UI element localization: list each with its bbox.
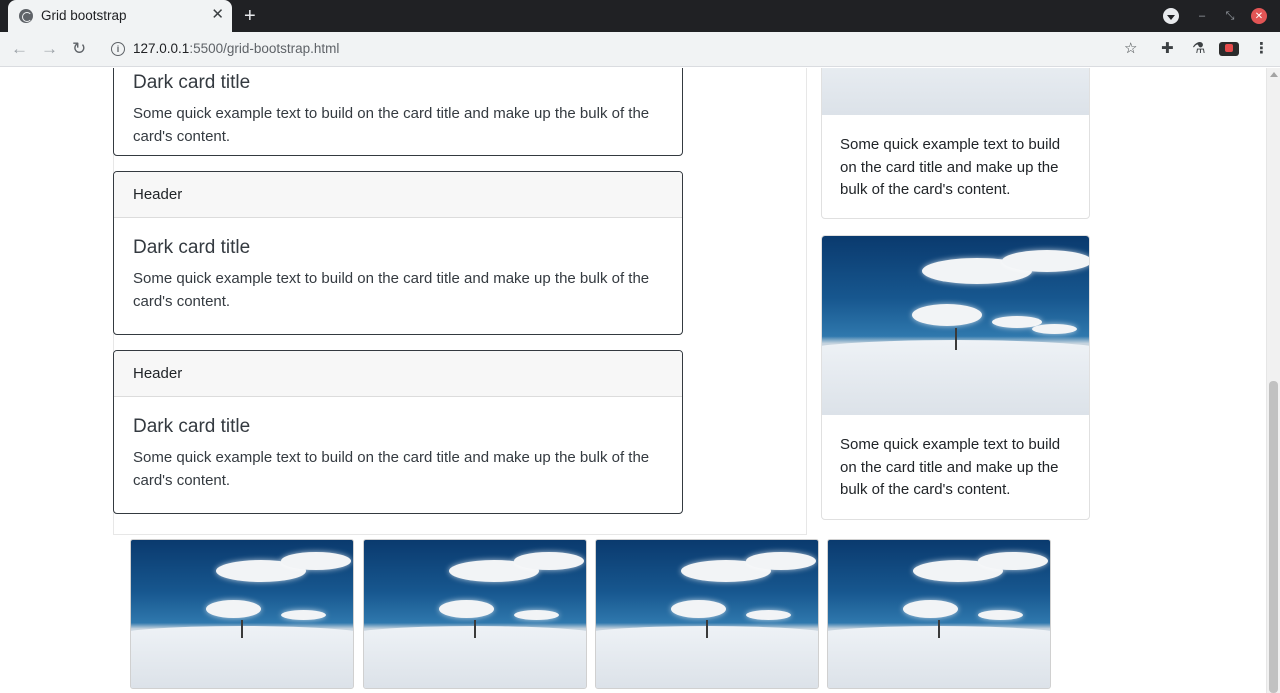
image-card: Some quick example text to build on the … <box>821 68 1090 219</box>
card-header: Header <box>114 172 682 218</box>
labs-icon[interactable]: ⚗ <box>1192 40 1205 58</box>
card-image <box>822 68 1089 115</box>
tab-search-icon[interactable] <box>1163 8 1179 24</box>
card-header: Header <box>114 351 682 397</box>
card-body: Dark card title Some quick example text … <box>114 397 682 511</box>
card-text: Some quick example text to build on the … <box>133 449 650 489</box>
reload-button[interactable]: ↻ <box>72 39 86 59</box>
bookmark-star-icon[interactable]: ☆ <box>1124 40 1137 58</box>
card-text: Some quick example text to build on the … <box>840 436 1061 498</box>
url-host: 127.0.0.1 <box>133 41 190 56</box>
scrollbar-thumb[interactable] <box>1269 381 1278 693</box>
dark-card: Header Dark card title Some quick exampl… <box>113 350 683 514</box>
forward-button[interactable]: → <box>41 39 58 59</box>
card-text: Some quick example text to build on the … <box>840 136 1061 198</box>
scroll-up-arrow-icon[interactable] <box>1270 72 1278 77</box>
thumbnail-image <box>827 539 1051 689</box>
dark-card: Dark card title Some quick example text … <box>113 68 683 156</box>
address-bar[interactable]: 127.0.0.1:5500/grid-bootstrap.html <box>133 41 339 56</box>
thumbnail-image <box>130 539 354 689</box>
profile-avatar[interactable] <box>1219 42 1239 56</box>
card-text: Some quick example text to build on the … <box>133 105 650 145</box>
site-info-icon[interactable]: i <box>111 42 125 56</box>
card-body: Some quick example text to build on the … <box>822 415 1089 519</box>
card-body: Dark card title Some quick example text … <box>114 218 682 332</box>
tab-title: Grid bootstrap <box>41 8 127 23</box>
card-body: Dark card title Some quick example text … <box>114 68 682 155</box>
page-viewport: Dark card title Some quick example text … <box>0 68 1266 693</box>
browser-tab[interactable]: Grid bootstrap ✕ <box>8 0 232 32</box>
card-title: Dark card title <box>133 237 251 258</box>
close-window-button[interactable]: ✕ <box>1251 8 1267 24</box>
vertical-scrollbar[interactable] <box>1266 68 1280 693</box>
thumbnail-image <box>595 539 819 689</box>
extensions-icon[interactable]: ✚ <box>1161 40 1174 58</box>
new-tab-button[interactable]: + <box>244 5 256 27</box>
card-text: Some quick example text to build on the … <box>133 270 650 310</box>
back-button[interactable]: ← <box>11 39 28 59</box>
browser-toolbar: ← → ↻ i 127.0.0.1:5500/grid-bootstrap.ht… <box>0 32 1280 67</box>
card-title: Dark card title <box>133 416 251 437</box>
card-image <box>822 236 1089 415</box>
dark-card: Header Dark card title Some quick exampl… <box>113 171 683 335</box>
thumbnail-image <box>363 539 587 689</box>
tab-strip: Grid bootstrap ✕ + ‒ ⤡ ✕ <box>0 0 1280 32</box>
globe-icon <box>19 9 33 23</box>
card-body: Some quick example text to build on the … <box>822 115 1089 218</box>
image-card: Some quick example text to build on the … <box>821 235 1090 520</box>
card-title: Dark card title <box>133 72 251 93</box>
menu-kebab-icon[interactable]: ⋮ <box>1254 40 1269 58</box>
restore-button[interactable]: ⤡ <box>1222 8 1238 24</box>
tab-close-icon[interactable]: ✕ <box>211 6 224 24</box>
minimize-button[interactable]: ‒ <box>1194 8 1210 24</box>
url-path: :5500/grid-bootstrap.html <box>189 41 340 56</box>
